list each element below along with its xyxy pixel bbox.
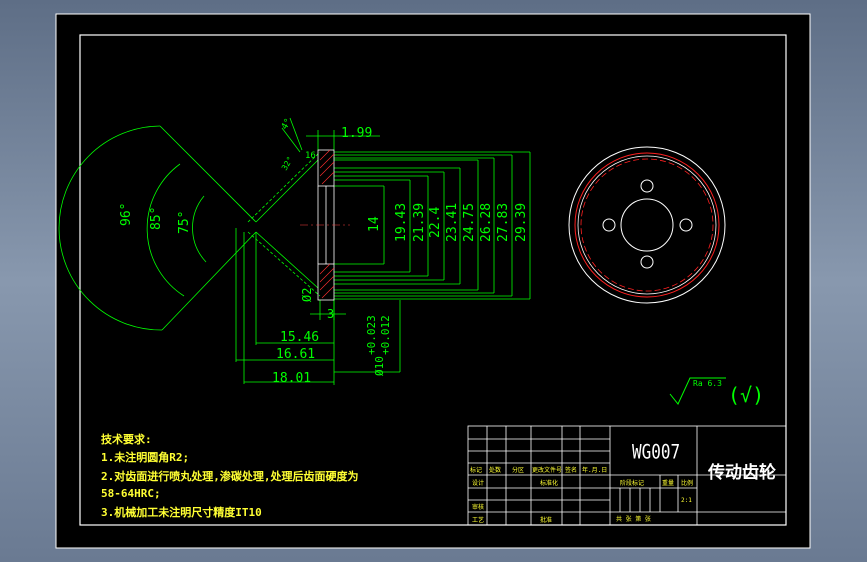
notes-line1: 1.未注明圆角R2; (101, 450, 189, 464)
tb-scale: 比例 (681, 479, 693, 487)
dim-dia-26-28: 26.28 (479, 203, 494, 242)
roughness-other: (√) (728, 383, 764, 407)
dim-width-3: 3 (327, 307, 334, 321)
dim-bore-tol-upper: +0.023 (365, 315, 378, 355)
tb-zone: 分区 (512, 466, 524, 474)
tb-date: 年.月.日 (582, 466, 607, 474)
dim-dia-23-41: 23.41 (445, 203, 460, 242)
notes-heading: 技术要求: (101, 432, 152, 446)
roughness-value: Ra 6.3 (693, 379, 722, 388)
dim-len-15-46: 15.46 (280, 330, 319, 345)
tb-weight: 重量 (662, 479, 674, 487)
dim-angle-85: 85° (149, 207, 164, 230)
tb-design: 设计 (472, 479, 484, 487)
dim-bore-dia: Ø10 (373, 356, 386, 376)
tb-mark: 标记 (470, 466, 482, 474)
dim-angle-96: 96° (119, 203, 134, 226)
dim-len-16-61: 16.61 (276, 347, 315, 362)
drawing-number: WG007 (632, 442, 680, 464)
dim-dia-27-83: 27.83 (496, 203, 511, 242)
tb-scale-value: 2:1 (681, 497, 692, 504)
dim-dia-22-4: 22.4 (428, 207, 443, 238)
dim-bore-tol-lower: +0.012 (379, 315, 392, 355)
tb-standard: 标准化 (540, 479, 558, 487)
dim-dia-14: 14 (367, 216, 382, 232)
notes-line3: 58-64HRC; (101, 487, 161, 500)
dim-dia-29-39: 29.39 (514, 203, 529, 242)
dim-dia-19-43: 19.43 (394, 203, 409, 242)
dim-angle-75: 75° (177, 211, 192, 234)
tb-process: 工艺 (472, 516, 484, 524)
tb-sign: 签名 (565, 466, 577, 474)
dim-len-18-01: 18.01 (272, 371, 311, 386)
tb-count: 处数 (489, 466, 501, 474)
dim-top-offset: 1.99 (341, 126, 372, 141)
notes-line4: 3.机械加工未注明尺寸精度IT10 (101, 505, 262, 519)
tb-review: 审核 (472, 503, 484, 511)
notes-line2: 2.对齿面进行喷丸处理,渗碳处理,处理后齿面硬度为 (101, 469, 359, 483)
dim-dia-24-75: 24.75 (462, 203, 477, 242)
dim-chamfer-d2: Ø2 (300, 288, 314, 302)
tb-sheets: 共 张 第 张 (616, 515, 651, 523)
dim-dia-21-39: 21.39 (412, 203, 427, 242)
tb-stage: 阶段标记 (620, 479, 644, 487)
part-name: 传动齿轮 (707, 462, 776, 483)
tb-approve: 批准 (540, 516, 552, 524)
tb-doc: 更改文件号 (532, 466, 562, 474)
dim-face-16: 16 (305, 151, 316, 161)
